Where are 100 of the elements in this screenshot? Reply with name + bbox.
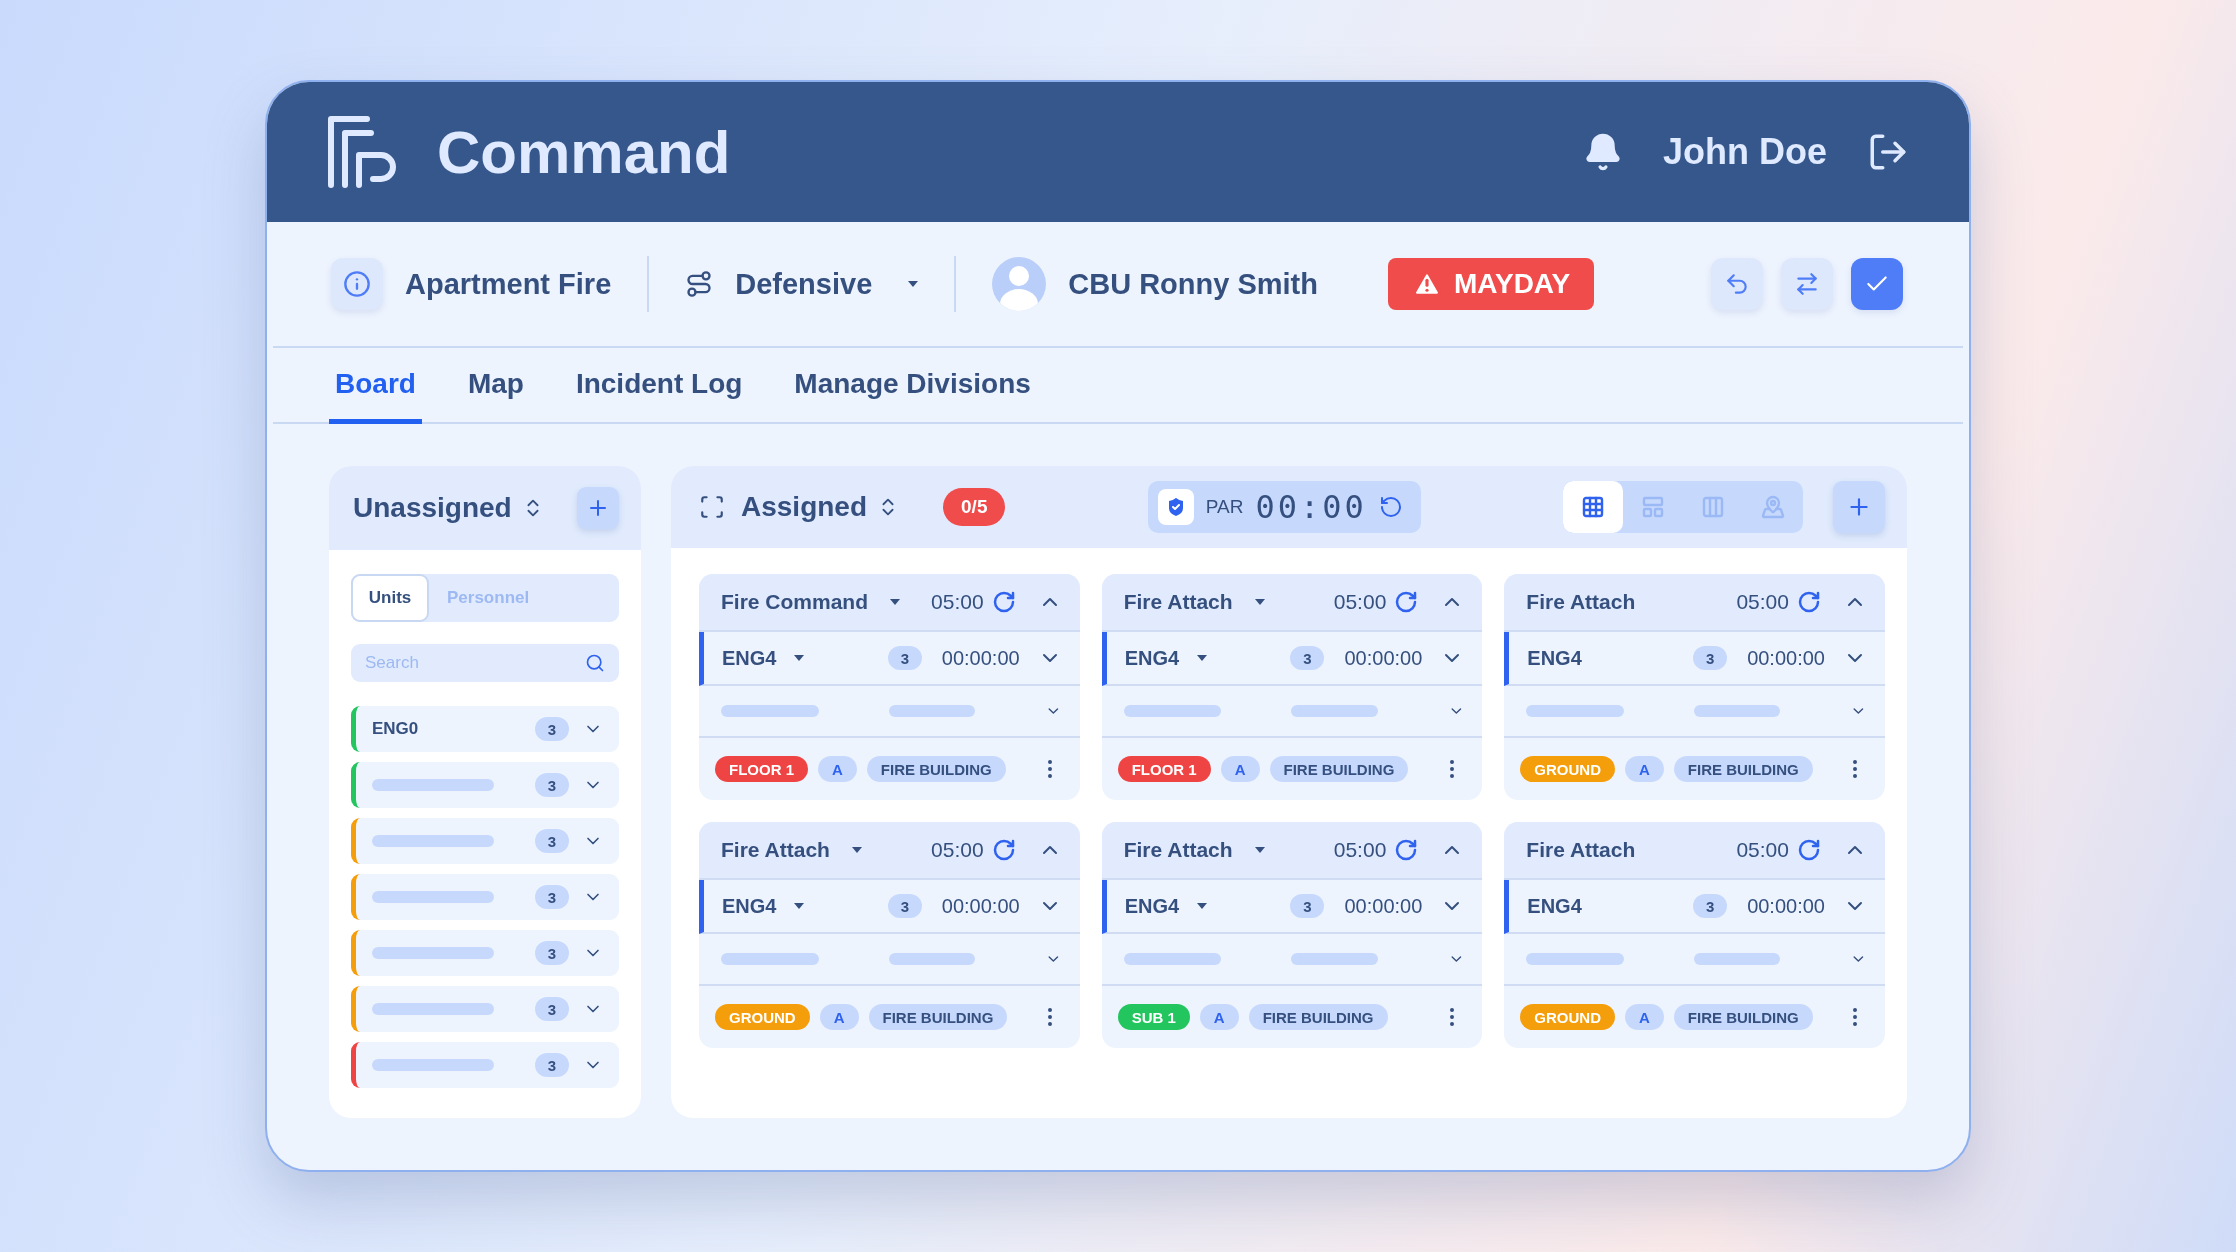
- commander-name: CBU Ronny Smith: [1068, 267, 1318, 301]
- caret-icon[interactable]: [1254, 599, 1265, 605]
- location-tag: GROUND: [1520, 1004, 1615, 1030]
- card-title: Fire Attach: [1526, 590, 1636, 614]
- user-name: John Doe: [1663, 131, 1827, 173]
- card-title: Fire Attach: [721, 838, 830, 862]
- count-badge: 3: [887, 646, 922, 670]
- unit-row[interactable]: 3: [351, 986, 619, 1032]
- area-tag: FIRE BUILDING: [866, 756, 1006, 782]
- grid-icon: [1581, 495, 1605, 519]
- refresh-icon[interactable]: [1797, 590, 1821, 614]
- card-title: Fire Attach: [1123, 590, 1233, 614]
- mayday-button[interactable]: MAYDAY: [1388, 258, 1595, 310]
- view-toggle[interactable]: [1563, 481, 1623, 533]
- refresh-icon[interactable]: [1394, 590, 1419, 614]
- swap-icon: [1794, 271, 1820, 297]
- info-icon: [343, 270, 371, 298]
- count-badge: 3: [1693, 894, 1728, 918]
- elapsed-time: 00:00:00: [941, 646, 1020, 670]
- caret-icon[interactable]: [908, 281, 919, 287]
- unit-name: ENG4: [1527, 646, 1582, 670]
- par-time: 00:00: [1255, 488, 1367, 526]
- crew-tag: A: [819, 1004, 859, 1030]
- card-title: Fire Command: [721, 590, 869, 614]
- reset-icon[interactable]: [1378, 495, 1403, 519]
- unit-row[interactable]: 3: [351, 1042, 619, 1088]
- info-button[interactable]: [331, 258, 383, 310]
- caret-icon[interactable]: [794, 655, 805, 661]
- swap-button[interactable]: [1781, 258, 1833, 310]
- area-tag: FIRE BUILDING: [868, 1004, 1008, 1030]
- panel-title: Assigned: [741, 491, 868, 523]
- crew-tag: A: [1199, 1004, 1239, 1030]
- count-badge: 3: [535, 717, 569, 741]
- crew-tag: A: [818, 756, 857, 782]
- unit-row[interactable]: ENG0 3: [351, 706, 619, 752]
- search-field[interactable]: Search: [351, 644, 619, 682]
- unit-row[interactable]: 3: [351, 762, 619, 808]
- timer: 05:00: [931, 838, 984, 862]
- count-badge: 3: [887, 894, 922, 918]
- count-badge: 3: [535, 829, 569, 853]
- timer: 05:00: [931, 590, 984, 614]
- elapsed-time: 00:00:00: [1747, 894, 1825, 918]
- logo-icon: [327, 115, 397, 189]
- timer: 05:00: [1333, 838, 1387, 862]
- tab[interactable]: Manage Divisions: [788, 348, 1037, 424]
- elapsed-time: 00:00:00: [1344, 894, 1423, 918]
- unit-name: ENG4: [1527, 894, 1582, 918]
- bell-icon[interactable]: [1583, 132, 1623, 172]
- timer: 05:00: [1333, 590, 1387, 614]
- add-button[interactable]: [577, 487, 619, 529]
- strategy-dropdown[interactable]: Defensive: [735, 267, 873, 301]
- app-title: Command: [437, 117, 732, 187]
- refresh-icon[interactable]: [1797, 838, 1821, 862]
- caret-icon[interactable]: [890, 599, 901, 605]
- elapsed-time: 00:00:00: [1747, 646, 1825, 670]
- expand-icon[interactable]: [699, 494, 725, 520]
- count-badge: 3: [535, 997, 569, 1021]
- refresh-icon[interactable]: [991, 838, 1016, 862]
- panel-title: Unassigned: [353, 492, 512, 524]
- confirm-button[interactable]: [1851, 258, 1903, 310]
- undo-icon: [1724, 271, 1750, 297]
- incident-name: Apartment Fire: [405, 267, 612, 301]
- unit-name: ENG4: [1124, 894, 1180, 918]
- card-title: Fire Attach: [1526, 838, 1636, 862]
- map-pin-icon: [1761, 495, 1785, 519]
- add-button[interactable]: [1833, 481, 1885, 533]
- count-badge: 3: [535, 773, 569, 797]
- crew-tag: A: [1625, 1004, 1664, 1030]
- unit-name: ENG4: [1124, 646, 1180, 670]
- timer: 05:00: [1736, 838, 1789, 862]
- unit-name: ENG4: [722, 894, 777, 918]
- caret-icon[interactable]: [1197, 903, 1208, 909]
- unit-row[interactable]: 3: [351, 874, 619, 920]
- crew-tag: A: [1220, 756, 1260, 782]
- segment-tab[interactable]: Units: [351, 574, 429, 622]
- count-badge: 3: [535, 885, 569, 909]
- tab[interactable]: Map: [461, 348, 530, 424]
- unit-row[interactable]: 3: [351, 818, 619, 864]
- caret-icon[interactable]: [1197, 655, 1208, 661]
- elapsed-time: 00:00:00: [941, 894, 1020, 918]
- shield-icon[interactable]: [1157, 489, 1194, 525]
- refresh-icon[interactable]: [991, 590, 1016, 614]
- location-tag: GROUND: [1520, 756, 1615, 782]
- count-badge: 3: [1290, 646, 1325, 670]
- tab[interactable]: Board: [329, 348, 422, 424]
- layout-icon: [1641, 495, 1665, 519]
- area-tag: FIRE BUILDING: [1248, 1004, 1388, 1030]
- tab[interactable]: Incident Log: [569, 348, 749, 424]
- unit-row[interactable]: 3: [351, 930, 619, 976]
- undo-button[interactable]: [1711, 258, 1763, 310]
- refresh-icon[interactable]: [1394, 838, 1419, 862]
- par-label: PAR: [1205, 496, 1244, 518]
- caret-icon[interactable]: [851, 847, 862, 853]
- location-tag: FLOOR 1: [715, 756, 808, 782]
- area-tag: FIRE BUILDING: [1673, 1004, 1813, 1030]
- count-badge: 3: [535, 1053, 569, 1077]
- area-tag: FIRE BUILDING: [1269, 756, 1409, 782]
- caret-icon[interactable]: [1254, 847, 1265, 853]
- caret-icon[interactable]: [794, 903, 805, 909]
- count-badge: 0/5: [943, 488, 1006, 526]
